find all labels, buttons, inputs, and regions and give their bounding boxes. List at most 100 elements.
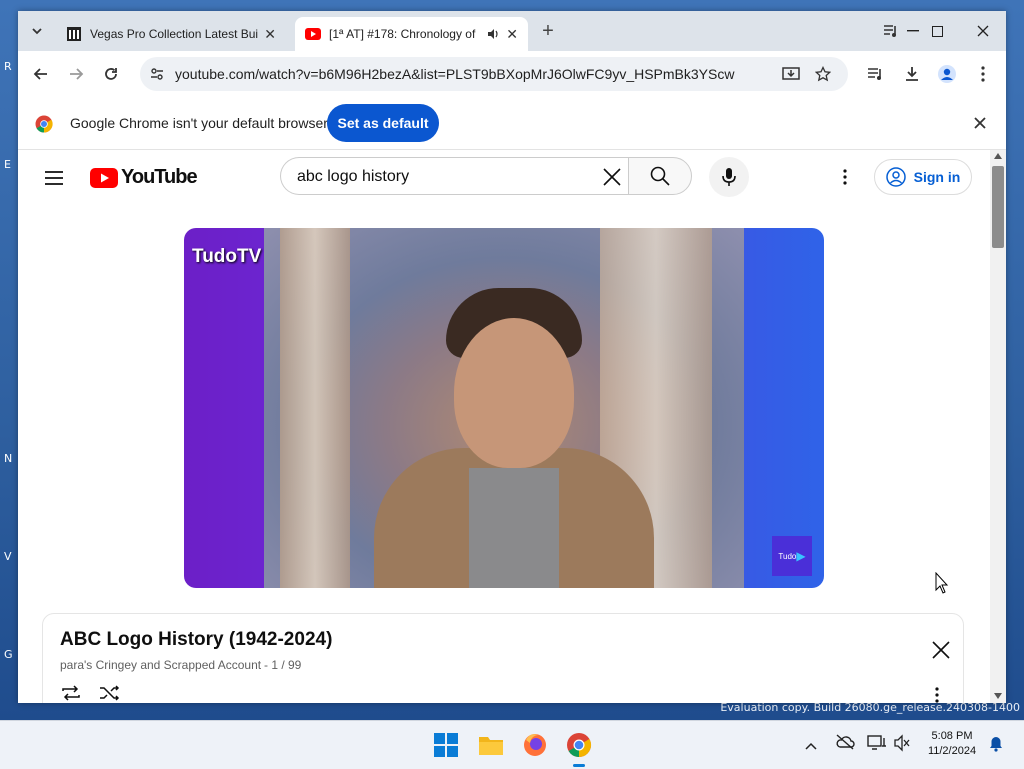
new-tab-button[interactable]: + xyxy=(533,16,563,46)
kebab-menu-icon xyxy=(981,66,985,82)
downloads-button[interactable] xyxy=(897,59,927,89)
search-input-value[interactable]: abc logo history xyxy=(297,168,409,186)
desktop-icon-label[interactable]: R xyxy=(4,60,12,73)
browser-window: Vegas Pro Collection Latest Buil ✕ [1ª A… xyxy=(18,11,1006,703)
bookmark-button[interactable] xyxy=(808,59,838,89)
set-as-default-button[interactable]: Set as default xyxy=(327,104,439,142)
video-scene-person xyxy=(469,468,559,588)
close-icon xyxy=(932,641,950,659)
youtube-logo-text: YouTube xyxy=(121,166,198,188)
scroll-up-arrow-icon[interactable] xyxy=(994,153,1002,159)
install-app-button[interactable] xyxy=(776,59,806,89)
search-button[interactable] xyxy=(628,157,692,195)
network-icon xyxy=(867,735,886,750)
scrollbar-thumb[interactable] xyxy=(992,166,1004,248)
close-tab-icon[interactable]: ✕ xyxy=(506,26,518,43)
close-playlist-button[interactable] xyxy=(926,635,956,665)
volume-tray-button[interactable] xyxy=(893,734,911,757)
browser-toolbar: youtube.com/watch?v=b6M96H2bezA&list=PLS… xyxy=(18,51,1006,97)
video-scene-pillar xyxy=(280,228,350,588)
speaker-icon[interactable] xyxy=(486,27,500,41)
desktop-icon-label[interactable]: E xyxy=(4,158,11,171)
close-tab-icon[interactable]: ✕ xyxy=(264,26,276,43)
voice-search-button[interactable] xyxy=(709,157,749,197)
tab-title: [1ª AT] #178: Chronology of xyxy=(329,27,476,41)
clear-search-icon[interactable] xyxy=(603,168,621,186)
chrome-icon xyxy=(567,733,592,757)
install-icon xyxy=(782,67,800,80)
default-browser-infobar: Google Chrome isn't your default browser… xyxy=(18,97,1006,150)
channel-bug-logo[interactable]: Tudo ▶ xyxy=(772,536,812,576)
tab-search-button[interactable] xyxy=(22,16,52,46)
infobar-message: Google Chrome isn't your default browser xyxy=(70,115,328,131)
loop-playlist-button[interactable] xyxy=(56,678,86,703)
channel-watermark: TudoTV xyxy=(192,246,262,267)
reload-button[interactable] xyxy=(96,59,126,89)
playlist-position: - 1 / 99 xyxy=(264,658,302,672)
sign-in-button[interactable]: Sign in xyxy=(874,159,972,195)
desktop-icon-label[interactable]: V xyxy=(4,550,12,563)
playlist-menu-button[interactable] xyxy=(922,680,952,703)
youtube-logo[interactable]: YouTube xyxy=(90,166,198,189)
chrome-logo-icon xyxy=(35,115,53,133)
playlist-title[interactable]: ABC Logo History (1942-2024) xyxy=(60,629,332,651)
site-settings-icon[interactable] xyxy=(150,67,164,81)
page-scrollbar[interactable] xyxy=(990,150,1006,703)
start-button[interactable] xyxy=(434,733,458,762)
shuffle-icon xyxy=(100,685,120,701)
file-explorer-button[interactable] xyxy=(478,733,504,762)
cloud-offline-icon xyxy=(836,734,855,750)
kebab-menu-icon xyxy=(843,169,847,185)
chrome-taskbar-button[interactable] xyxy=(566,732,592,767)
chevron-up-icon xyxy=(805,742,817,750)
clock[interactable]: 5:08 PM 11/2/2024 xyxy=(920,729,984,759)
close-infobar-button[interactable] xyxy=(965,108,995,138)
tab-title: Vegas Pro Collection Latest Buil xyxy=(90,27,259,41)
video-frame xyxy=(264,228,744,588)
account-icon xyxy=(885,167,906,187)
menu-button[interactable] xyxy=(968,59,998,89)
reload-icon xyxy=(105,68,117,80)
chevron-down-icon xyxy=(32,28,42,35)
youtube-play-icon xyxy=(90,167,118,188)
scroll-down-arrow-icon[interactable] xyxy=(994,693,1002,699)
firefox-icon xyxy=(524,734,546,756)
onedrive-tray-button[interactable] xyxy=(835,734,855,755)
url-text[interactable]: youtube.com/watch?v=b6M96H2bezA&list=PLS… xyxy=(175,66,734,82)
tab-vegas-pro[interactable]: Vegas Pro Collection Latest Buil ✕ xyxy=(56,17,286,51)
profile-button[interactable] xyxy=(932,59,962,89)
youtube-header: YouTube abc logo history Sign in xyxy=(18,150,990,206)
desktop-icon-label[interactable]: N xyxy=(4,452,12,465)
bell-icon xyxy=(990,737,1002,752)
shuffle-playlist-button[interactable] xyxy=(95,678,125,703)
folder-icon xyxy=(479,737,503,755)
video-player[interactable]: TudoTV Tudo ▶ xyxy=(184,228,824,588)
video-scene-person xyxy=(454,318,574,468)
firefox-button[interactable] xyxy=(522,732,548,763)
hamburger-icon xyxy=(45,171,63,185)
notifications-button[interactable] xyxy=(989,736,1003,757)
youtube-favicon-icon xyxy=(305,28,321,40)
search-input[interactable]: abc logo history xyxy=(280,157,628,195)
profile-icon xyxy=(938,65,956,83)
site-favicon-icon xyxy=(67,27,81,41)
reading-list-button[interactable] xyxy=(861,59,891,89)
play-arrow-icon: ▶ xyxy=(796,549,806,563)
network-tray-button[interactable] xyxy=(867,734,887,757)
maximize-button[interactable] xyxy=(914,11,960,51)
desktop-icon-label[interactable]: G xyxy=(4,648,13,661)
speaker-muted-icon xyxy=(894,734,910,752)
close-window-button[interactable] xyxy=(960,11,1006,51)
forward-button[interactable] xyxy=(61,59,91,89)
address-bar[interactable]: youtube.com/watch?v=b6M96H2bezA&list=PLS… xyxy=(140,57,848,91)
settings-menu-button[interactable] xyxy=(830,162,860,192)
guide-menu-button[interactable] xyxy=(39,163,69,193)
playlist-panel: ABC Logo History (1942-2024) para's Crin… xyxy=(42,613,964,703)
show-hidden-icons-button[interactable] xyxy=(805,737,817,755)
search-icon xyxy=(650,166,670,186)
playlist-owner[interactable]: para's Cringey and Scrapped Account xyxy=(60,658,261,672)
channel-bug-text: Tudo xyxy=(778,551,797,561)
clock-time: 5:08 PM xyxy=(931,730,973,742)
back-button[interactable] xyxy=(26,59,56,89)
tab-youtube-active[interactable]: [1ª AT] #178: Chronology of ✕ xyxy=(295,17,528,51)
